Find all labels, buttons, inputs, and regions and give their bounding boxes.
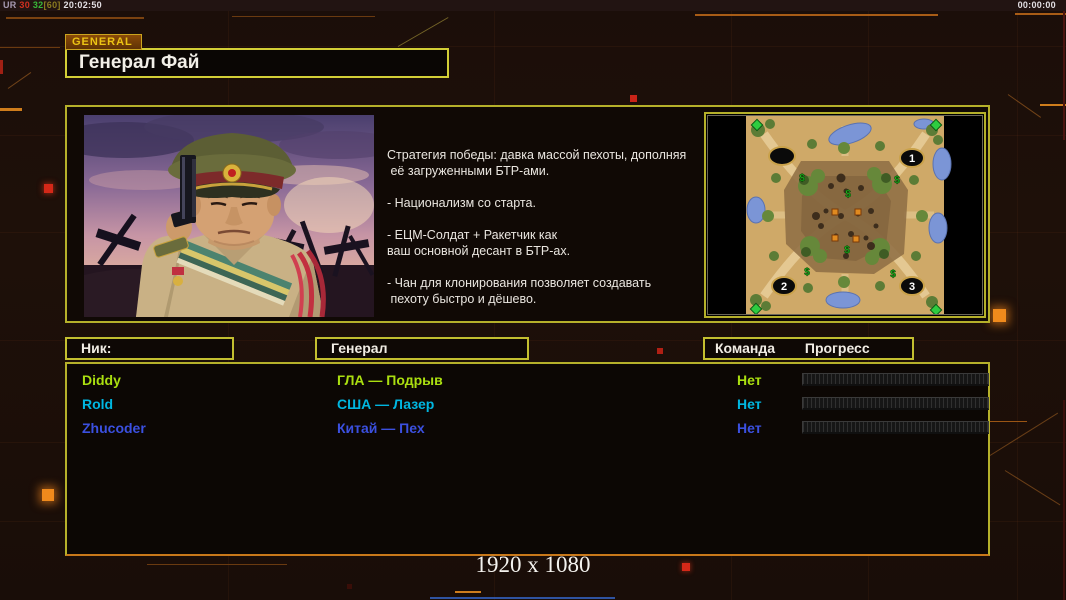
strategy-line: - Чан для клонирования позволяет создава…: [387, 275, 705, 291]
strategy-line: - ЕЦМ-Солдат + Ракетчик как: [387, 227, 705, 243]
general-info-panel: Стратегия победы: давка массой пехоты, д…: [65, 105, 990, 323]
column-header-general: Генерал: [315, 337, 529, 360]
player-general: ГЛА — Подрыв: [337, 368, 443, 392]
general-name-title: Генерал Фай: [65, 48, 449, 78]
player-team: Нет: [737, 416, 762, 440]
stat-cap: [60]: [43, 0, 60, 10]
general-tab-label: GENERAL: [65, 34, 142, 50]
strategy-line: [387, 179, 705, 195]
supply-icon: $: [894, 175, 900, 186]
minimap-image: $ $ $ $ $ $: [707, 115, 983, 315]
player-load-progress-bar: [802, 373, 989, 386]
minimap-panel: $ $ $ $ $ $: [704, 112, 986, 318]
supply-icon: $: [890, 269, 896, 280]
strategy-line: пехоту быстро и дёшево.: [387, 291, 705, 307]
supply-icon: $: [844, 245, 850, 256]
start-position-empty: [769, 147, 795, 165]
player-load-progress-bar: [802, 397, 989, 410]
game-loading-screen: UR 30 32[60] 20:02:50 00:00:00 GENERAL Г…: [0, 0, 1066, 600]
supply-icon: $: [845, 189, 851, 200]
general-portrait-image: [84, 115, 374, 317]
start-position-number: 3: [909, 281, 915, 293]
strategy-line: - Национализм со старта.: [387, 195, 705, 211]
game-timer: 00:00:00: [1018, 0, 1056, 10]
player-general: США — Лазер: [337, 392, 434, 416]
player-row: Rold США — Лазер Нет: [67, 392, 988, 416]
column-header-progress-label: Прогресс: [805, 340, 870, 356]
supply-icon: $: [799, 173, 805, 184]
strategy-line: её загруженными БТР-ами.: [387, 163, 705, 179]
player-team: Нет: [737, 392, 762, 416]
strategy-line: [387, 259, 705, 275]
player-row: Diddy ГЛА — Подрыв Нет: [67, 368, 988, 392]
strategy-line: ваш основной десант в БТР-ах.: [387, 243, 705, 259]
start-position-number: 1: [909, 153, 915, 165]
player-nick: Rold: [82, 392, 113, 416]
map-resolution-label: 1920 x 1080: [0, 552, 1066, 578]
clock: 20:02:50: [64, 0, 102, 10]
ur-label: UR: [3, 0, 17, 10]
player-general: Китай — Пех: [337, 416, 425, 440]
player-load-progress-bar: [802, 421, 989, 434]
player-team: Нет: [737, 368, 762, 392]
column-header-team-label: Команда: [715, 340, 775, 356]
strategy-description: Стратегия победы: давка массой пехоты, д…: [387, 147, 705, 307]
column-header-team-progress: Команда Прогресс: [703, 337, 914, 360]
player-nick: Diddy: [82, 368, 121, 392]
supply-icon: $: [804, 267, 810, 278]
players-panel: Diddy ГЛА — Подрыв Нет Rold США — Лазер …: [65, 362, 990, 556]
stat-rate: 32: [33, 0, 44, 10]
status-bar: UR 30 32[60] 20:02:50 00:00:00: [0, 0, 1066, 11]
network-stats: UR 30 32[60] 20:02:50: [3, 0, 102, 10]
strategy-line: Стратегия победы: давка массой пехоты, д…: [387, 147, 705, 163]
start-position-number: 2: [781, 281, 787, 293]
stat-fps: 30: [19, 0, 30, 10]
strategy-line: [387, 211, 705, 227]
column-header-nick: Ник:: [65, 337, 234, 360]
player-row: Zhucoder Китай — Пех Нет: [67, 416, 988, 440]
player-nick: Zhucoder: [82, 416, 146, 440]
